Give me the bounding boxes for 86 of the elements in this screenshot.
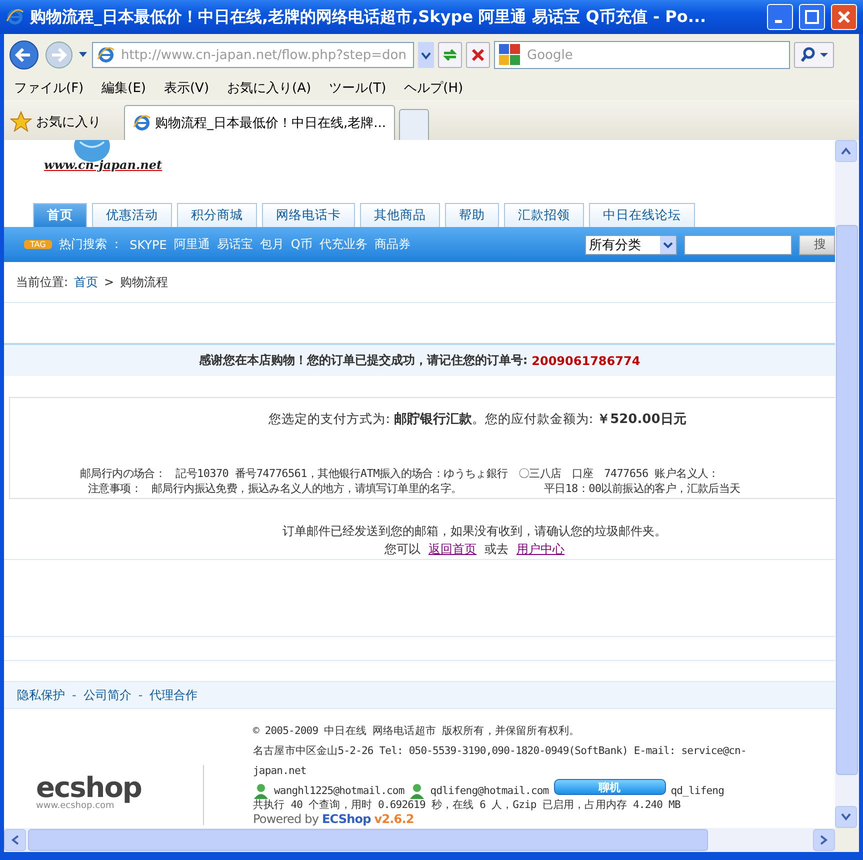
menu-item[interactable]: ファイル(F) xyxy=(14,79,84,97)
footer-link[interactable]: 公司简介 xyxy=(83,686,132,704)
payment-note: 邮局行内の场合： xyxy=(80,466,166,481)
stop-button[interactable] xyxy=(466,42,490,68)
scroll-left-button[interactable] xyxy=(4,829,26,851)
next-text: 您可以 xyxy=(384,541,420,558)
search-button[interactable] xyxy=(794,42,834,68)
footer-link[interactable]: 隐私保护 xyxy=(17,686,65,704)
ie-icon[interactable] xyxy=(133,114,151,132)
nav-tab[interactable]: 其他商品 xyxy=(360,203,440,227)
mail-notice: 订单邮件已经发送到您的邮箱，如果没有收到，请确认您的垃圾邮件夹。 xyxy=(282,523,668,540)
order-number: 2009061786774 xyxy=(532,354,640,368)
nav-tab[interactable]: 汇款招领 xyxy=(504,203,584,227)
google-icon xyxy=(499,44,521,66)
breadcrumb-label: 当前位置: xyxy=(16,274,68,290)
scroll-thumb[interactable] xyxy=(836,225,858,775)
close-icon[interactable] xyxy=(835,8,853,26)
menu-item[interactable]: お気に入り(A) xyxy=(227,79,312,97)
scroll-right-button[interactable] xyxy=(813,829,835,851)
browser-tab[interactable]: 购物流程_日本最低价！中日在线,老牌... xyxy=(124,105,396,140)
menu-item[interactable]: 表示(V) xyxy=(164,79,210,97)
minimize-button[interactable] xyxy=(767,4,793,30)
ecshop-link[interactable]: ECShop xyxy=(322,812,371,826)
payment-note: 記号10370 番号74776561，其他银行ATM振入的场合：ゆうちょ銀行 〇三八店 口座 7477656 账户名义人： xyxy=(176,466,719,481)
chat-name: qd_lifeng xyxy=(670,784,724,798)
breadcrumb-link[interactable]: 首页 xyxy=(74,274,98,290)
menu-item[interactable]: ヘルプ(H) xyxy=(404,79,464,97)
version-text: v2.6.2 xyxy=(374,812,414,826)
payment-note: 平日18：00以前振込的客户，汇款后当天 xyxy=(544,481,740,496)
person-icon xyxy=(409,783,426,799)
person-icon xyxy=(253,783,269,799)
address-text: japan.net xyxy=(253,764,308,779)
dropdown-icon[interactable] xyxy=(418,42,434,68)
ecshop-logo: ecshop xyxy=(36,775,142,801)
scroll-down-button[interactable] xyxy=(835,806,857,828)
ie-icon xyxy=(6,8,24,26)
category-select[interactable]: 所有分类 xyxy=(585,234,677,254)
dropdown-icon[interactable] xyxy=(78,51,88,59)
powered-by-text: Powered by xyxy=(253,812,319,826)
hot-search-label: 热门搜索 ： xyxy=(58,236,123,253)
next-text: 或去 xyxy=(484,541,508,558)
nav-tab[interactable]: 帮助 xyxy=(445,203,499,227)
search-input[interactable] xyxy=(684,234,792,254)
thanks-message: 感谢您在本店购物！您的订单已提交成功，请记住您的订单号: xyxy=(198,352,528,369)
close-button[interactable] xyxy=(831,4,857,30)
search-button[interactable]: 搜 xyxy=(799,234,835,254)
address-text: 名古屋市中区金山5-2-26 Tel: 050-5539-3190,090-1820-0949(SoftBank) E-mail: service@cn- xyxy=(253,744,746,759)
breadcrumb-current: 购物流程 xyxy=(120,274,168,290)
link-separator: - xyxy=(72,688,76,702)
breadcrumb-separator: > xyxy=(104,275,114,289)
search-icon[interactable] xyxy=(800,47,828,63)
home-link[interactable]: 返回首页 xyxy=(428,541,476,558)
ie-icon xyxy=(97,46,115,64)
menu-item[interactable]: 編集(E) xyxy=(102,79,146,97)
favorites-button[interactable]: お気に入り xyxy=(10,104,120,140)
star-icon[interactable] xyxy=(10,111,32,133)
window-title: 购物流程_日本最低价！中日在线,老牌的网络电话超市,Skype 阿里通 易话宝 Q币充值 - Po... xyxy=(30,6,708,28)
nav-tab[interactable]: 积分商城 xyxy=(177,203,257,227)
link-separator: - xyxy=(138,688,143,702)
stop-icon[interactable] xyxy=(471,48,485,62)
nav-tab[interactable]: 网络电话卡 xyxy=(262,203,355,227)
contact-email[interactable]: wanghl1225@hotmail.com xyxy=(274,784,404,798)
scroll-up-button[interactable] xyxy=(835,140,857,162)
maximize-button[interactable] xyxy=(799,4,825,30)
query-stats: 共执行 40 个查询，用时 0.692619 秒，在线 6 人，Gzip 已启用，占用内存 4.240 MB xyxy=(253,799,682,812)
refresh-button[interactable] xyxy=(438,42,462,68)
ecshop-url: www.ecshop.com xyxy=(36,801,114,811)
payment-note: 注意事项： xyxy=(88,481,142,496)
nav-tab[interactable]: 中日在线论坛 xyxy=(589,203,695,227)
payment-note: 邮局行内振込免费，振込み名义人的地方，请填写订单里的名字。 xyxy=(152,481,462,496)
back-icon[interactable] xyxy=(8,39,40,71)
logo-url: www.cn-japan.net xyxy=(44,158,164,172)
maximize-icon[interactable] xyxy=(803,8,821,26)
footer-link[interactable]: 代理合作 xyxy=(150,686,198,704)
vertical-scrollbar[interactable] xyxy=(835,140,859,828)
menu-item[interactable]: ツール(T) xyxy=(329,79,386,97)
tag-badge: TAG xyxy=(24,240,52,249)
refresh-icon[interactable] xyxy=(442,47,458,63)
nav-tab[interactable]: 优惠活动 xyxy=(92,203,172,227)
user-center-link[interactable]: 用户中心 xyxy=(516,541,564,558)
payment-summary: 您选定的支付方式为: 邮貯银行汇款。您的应付款金额为: ￥520.00日元 xyxy=(268,410,688,428)
contact-email[interactable]: qdlifeng@hotmail.com xyxy=(430,784,549,798)
horizontal-scrollbar[interactable] xyxy=(4,828,859,852)
scroll-thumb[interactable] xyxy=(28,829,708,851)
copyright-text: © 2005-2009 中日在线 网络电话超市 版权所有，并保留所有权利。 xyxy=(253,724,581,739)
scrollbar-corner xyxy=(835,828,859,852)
